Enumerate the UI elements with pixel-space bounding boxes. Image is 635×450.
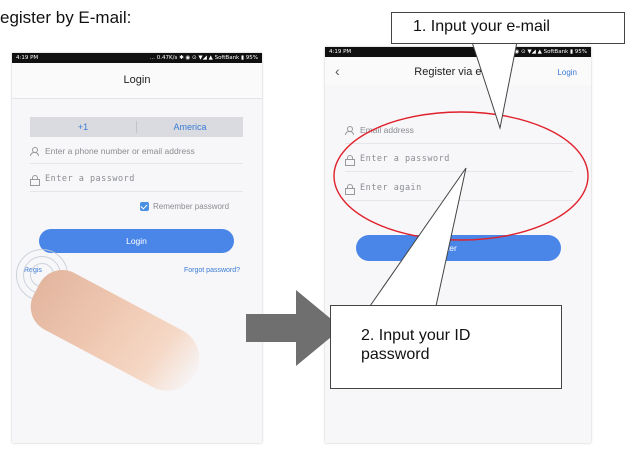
callout2-pointer (369, 167, 467, 307)
callout-step2: 2. Input your ID password (330, 305, 562, 389)
callout-step1: 1. Input your e-mail (391, 12, 625, 44)
callout1-pointer (471, 41, 518, 130)
